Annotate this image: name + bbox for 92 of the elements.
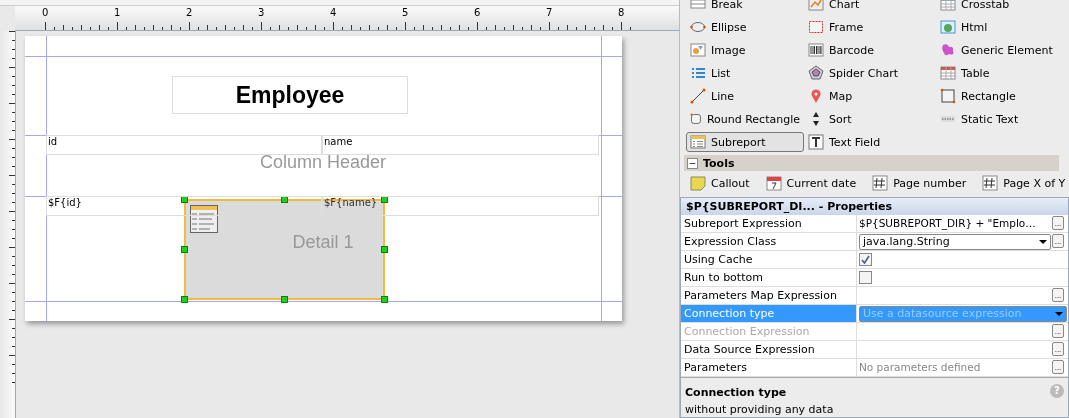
ruler-number: 6 — [474, 7, 481, 18]
property-value[interactable]: $P{SUBREPORT_DIR} + "Emplo… — [857, 215, 1052, 232]
ruler-number: 1 — [114, 7, 121, 18]
palette-item[interactable]: Line — [686, 86, 804, 106]
text-field-icon — [808, 134, 824, 150]
report-title[interactable]: Employee — [172, 76, 408, 114]
ruler-number: 2 — [186, 7, 193, 18]
calendar-icon — [765, 175, 782, 191]
ellipsis-button[interactable]: ... — [1052, 342, 1064, 356]
list-icon — [690, 65, 706, 81]
palette-item[interactable]: List — [686, 63, 804, 83]
palette-item[interactable]: Break — [686, 0, 804, 14]
palette-item[interactable]: Spider Chart — [804, 63, 936, 83]
palette-item[interactable]: Image — [686, 40, 804, 60]
palette-item[interactable]: Html — [936, 17, 1069, 37]
hash-icon — [982, 175, 999, 191]
ellipsis-button[interactable]: ... — [1052, 216, 1064, 230]
ellipsis-button[interactable]: ... — [1052, 288, 1064, 302]
help-title: Connection type — [685, 386, 787, 399]
line-icon — [690, 88, 706, 104]
subreport-element[interactable] — [184, 199, 385, 300]
palette-item[interactable]: Barcode — [804, 40, 936, 60]
report-field[interactable]: name — [322, 135, 599, 155]
tools-header[interactable]: − Tools — [684, 155, 1059, 171]
palette-item[interactable]: Generic Element — [936, 40, 1069, 60]
ruler-number: 8 — [618, 7, 625, 18]
resize-handle[interactable] — [181, 196, 188, 203]
resize-handle[interactable] — [281, 196, 288, 203]
resize-handle[interactable] — [381, 296, 388, 303]
table-icon — [940, 65, 956, 81]
ruler-number: 0 — [42, 7, 49, 18]
palette-item[interactable]: Rectangle — [936, 86, 1069, 106]
tool-item[interactable]: Page X of Y — [978, 173, 1069, 193]
palette-item[interactable]: Map — [804, 86, 936, 106]
palette-item[interactable]: Chart — [804, 0, 936, 14]
tool-item[interactable]: Current date — [761, 173, 861, 193]
resize-handle[interactable] — [181, 246, 188, 253]
generic-icon — [940, 42, 956, 58]
palette-item[interactable]: Text Field — [804, 132, 936, 152]
image-icon — [690, 42, 706, 58]
property-label[interactable]: Parameters Map Expression — [681, 287, 857, 304]
subreport-icon — [690, 134, 706, 150]
palette-item[interactable]: Round Rectangle — [686, 109, 804, 129]
resize-handle[interactable] — [181, 296, 188, 303]
palette-item[interactable]: Frame — [804, 17, 936, 37]
property-label[interactable]: Data Source Expression — [681, 341, 857, 358]
panel-title: $P{SUBREPORT_DI... - Properties — [681, 198, 1068, 215]
palette-item[interactable]: Table — [936, 63, 1069, 83]
property-label[interactable]: Subreport Expression — [681, 215, 857, 232]
frame-icon — [808, 19, 824, 35]
barcode-icon — [808, 42, 824, 58]
dropdown[interactable]: java.lang.String — [859, 233, 1051, 250]
property-label[interactable]: Expression Class — [681, 233, 857, 250]
resize-handle[interactable] — [381, 196, 388, 203]
subreport-icon — [190, 205, 218, 233]
ruler-number: 3 — [258, 7, 265, 18]
spider-icon — [808, 65, 824, 81]
hash-icon — [872, 175, 889, 191]
report-field[interactable]: $F{id} — [46, 196, 322, 216]
sticky-note-icon — [690, 175, 706, 191]
tool-item[interactable]: Callout — [686, 173, 754, 193]
palette-item[interactable]: Ellipse — [686, 17, 804, 37]
property-label[interactable]: Parameters — [681, 359, 857, 376]
round-rectangle-icon — [690, 111, 702, 127]
palette-item[interactable]: Crosstab — [936, 0, 1069, 14]
palette-item[interactable]: Sort — [804, 109, 936, 129]
collapse-toggle[interactable]: − — [687, 157, 698, 169]
band-label: Column Header — [259, 152, 387, 173]
ruler-number: 4 — [330, 7, 337, 18]
property-value[interactable]: No parameters defined — [857, 359, 1052, 376]
resize-handle[interactable] — [281, 296, 288, 303]
break-icon — [690, 0, 706, 12]
html-icon — [940, 19, 956, 35]
ellipse-icon — [690, 19, 706, 35]
ellipsis-button[interactable]: ... — [1052, 360, 1064, 374]
report-field[interactable]: id — [46, 135, 322, 155]
palette-item[interactable]: Static Text — [936, 109, 1069, 129]
section-title: Tools — [703, 156, 735, 170]
band-label: Detail 1 — [292, 232, 354, 253]
palette-item[interactable]: Subreport — [686, 132, 804, 152]
help-text: without providing any data — [685, 403, 835, 416]
resize-handle[interactable] — [381, 246, 388, 253]
property-label[interactable]: Using Cache — [681, 251, 857, 268]
ruler-number: 5 — [402, 7, 409, 18]
property-label[interactable]: Run to bottom — [681, 269, 857, 286]
checkbox[interactable] — [859, 271, 872, 284]
crosstab-icon — [940, 0, 956, 12]
ruler-number: 7 — [546, 7, 553, 18]
ellipsis-button[interactable]: ... — [1052, 234, 1064, 248]
checkbox[interactable] — [859, 253, 872, 266]
tool-item[interactable]: Page number — [868, 173, 971, 193]
rectangle-icon — [940, 88, 956, 104]
